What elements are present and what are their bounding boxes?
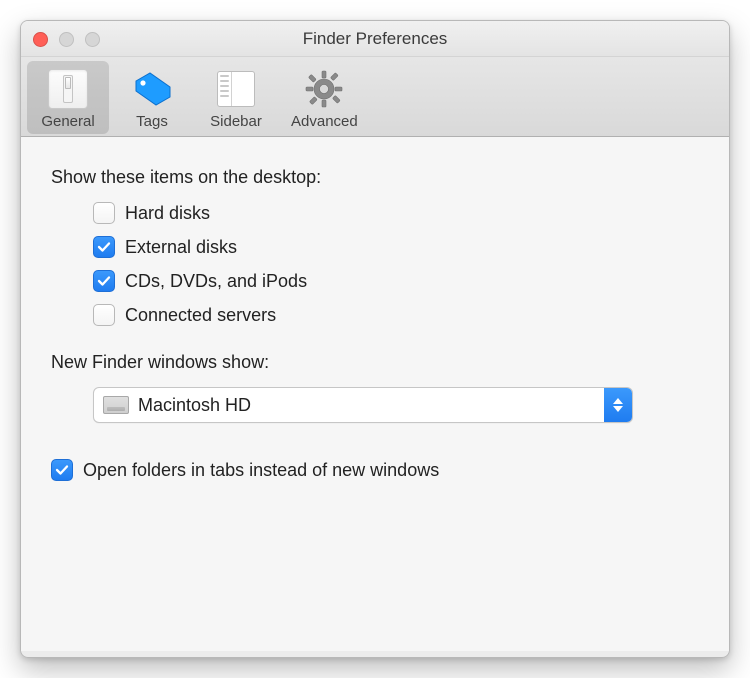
- new-windows-label: New Finder windows show:: [51, 352, 699, 373]
- tab-sidebar[interactable]: Sidebar: [195, 61, 277, 134]
- switch-icon: [46, 67, 90, 111]
- checkbox-external-disks[interactable]: [93, 236, 115, 258]
- tab-advanced-label: Advanced: [291, 113, 358, 130]
- general-pane: Show these items on the desktop: Hard di…: [21, 137, 729, 651]
- window-zoom-button[interactable]: [85, 32, 100, 47]
- label-open-in-tabs: Open folders in tabs instead of new wind…: [83, 460, 439, 481]
- tab-advanced[interactable]: Advanced: [279, 61, 370, 134]
- window-minimize-button[interactable]: [59, 32, 74, 47]
- tab-general-label: General: [41, 113, 94, 130]
- window-title: Finder Preferences: [21, 29, 729, 49]
- row-cds-dvds-ipods: CDs, DVDs, and iPods: [51, 270, 699, 292]
- tag-icon: [130, 67, 174, 111]
- preferences-window: Finder Preferences General Tags: [20, 20, 730, 658]
- checkbox-connected-servers[interactable]: [93, 304, 115, 326]
- hdd-icon: [102, 393, 130, 417]
- label-hard-disks: Hard disks: [125, 203, 210, 224]
- gear-icon: [302, 67, 346, 111]
- checkbox-open-in-tabs[interactable]: [51, 459, 73, 481]
- desktop-items-label: Show these items on the desktop:: [51, 167, 699, 188]
- titlebar: Finder Preferences: [21, 21, 729, 57]
- label-cds-dvds-ipods: CDs, DVDs, and iPods: [125, 271, 307, 292]
- label-connected-servers: Connected servers: [125, 305, 276, 326]
- tab-general[interactable]: General: [27, 61, 109, 134]
- row-open-in-tabs: Open folders in tabs instead of new wind…: [51, 459, 699, 481]
- prefs-toolbar: General Tags Sidebar: [21, 57, 729, 137]
- chevron-up-down-icon: [604, 388, 632, 422]
- row-hard-disks: Hard disks: [51, 202, 699, 224]
- checkbox-cds-dvds-ipods[interactable]: [93, 270, 115, 292]
- tab-sidebar-label: Sidebar: [210, 113, 262, 130]
- tab-tags[interactable]: Tags: [111, 61, 193, 134]
- traffic-lights: [33, 21, 100, 57]
- row-external-disks: External disks: [51, 236, 699, 258]
- tab-tags-label: Tags: [136, 113, 168, 130]
- sidebar-icon: [214, 67, 258, 111]
- row-connected-servers: Connected servers: [51, 304, 699, 326]
- checkbox-hard-disks[interactable]: [93, 202, 115, 224]
- new-windows-value: Macintosh HD: [130, 395, 604, 416]
- label-external-disks: External disks: [125, 237, 237, 258]
- new-windows-select[interactable]: Macintosh HD: [93, 387, 633, 423]
- window-close-button[interactable]: [33, 32, 48, 47]
